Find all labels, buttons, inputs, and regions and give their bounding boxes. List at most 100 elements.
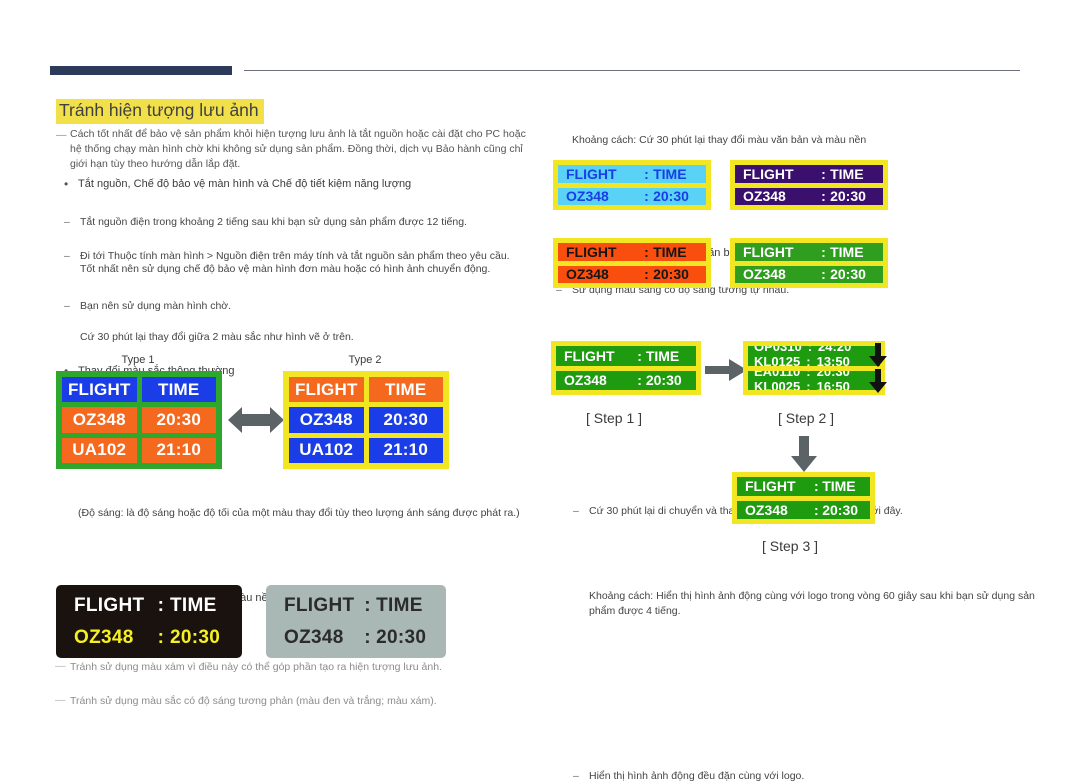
- type1-cell: OZ348: [62, 407, 137, 433]
- bullet-power-saving: Tắt nguồn, Chế độ bảo vệ màn hình và Chế…: [56, 176, 558, 193]
- arrow-down-icon-1: [869, 343, 887, 367]
- step2-top-line2-sep: :: [806, 354, 811, 366]
- sub-bright-colors-continued: Khoảng cách: Cứ 30 phút lại thay đổi màu…: [572, 134, 867, 146]
- step1-row2-label: OZ348: [564, 372, 607, 389]
- panel-gray-row2-separator: :: [364, 626, 371, 648]
- color-board-3-row1-label: FLIGHT: [743, 243, 794, 260]
- step1-row-2: OZ348:20:30: [556, 370, 696, 390]
- color-board-purple: FLIGHT: TIME OZ348:20:30: [730, 160, 888, 210]
- page-title: Tránh hiện tượng lưu ảnh: [56, 99, 264, 124]
- panel-gray-row1-value: TIME: [376, 594, 423, 616]
- type1-row: UA102 21:10: [62, 437, 216, 463]
- panel-dark-row1-separator: :: [157, 594, 165, 616]
- panel-gray-row1-label: FLIGHT: [284, 594, 355, 616]
- type1-cell: 20:30: [141, 407, 216, 433]
- step2-cell-top: OP0310:24:20 KL0125:13:50: [748, 346, 880, 366]
- color-board-1-row2-value: 20:30: [830, 188, 866, 205]
- type1-cell: 21:10: [141, 437, 216, 463]
- step1-label: [ Step 1 ]: [586, 410, 643, 426]
- step3-row1-value: TIME: [822, 478, 856, 495]
- gray-note-2: Tránh sử dụng màu sắc có độ sáng tương p…: [55, 693, 550, 709]
- color-board-0-row2-label: OZ348: [566, 188, 609, 205]
- step2-bottom-line2-value: 16:50: [816, 378, 850, 390]
- type2-cell: FLIGHT: [289, 377, 364, 403]
- color-board-0-row1-label: FLIGHT: [566, 165, 617, 182]
- double-arrow-horizontal-icon: [228, 403, 284, 437]
- panel-gray-row2-label: OZ348: [284, 626, 344, 648]
- type2-cell: 20:30: [368, 407, 443, 433]
- color-board-green: FLIGHT: TIME OZ348:20:30: [730, 238, 888, 288]
- color-board-2-row-2: OZ348:20:30: [558, 265, 706, 283]
- panel-dark-row-1: FLIGHT: TIME: [74, 595, 224, 617]
- step1-row1-value: TIME: [645, 347, 680, 364]
- color-board-1-row-2: OZ348:20:30: [735, 187, 883, 205]
- step3-row2-value: 20:30: [822, 501, 859, 518]
- sub-power-3-continued: Tốt nhất nên sử dụng chế độ bảo vệ màn h…: [80, 263, 491, 275]
- step2-bottom-line1-label: EA0110: [754, 370, 801, 379]
- step2-top-line1-sep: :: [807, 346, 813, 354]
- color-board-light-blue: FLIGHT: TIME OZ348:20:30: [553, 160, 711, 210]
- panel-dark-row-2: OZ348:20:30: [74, 627, 224, 649]
- step3-board: FLIGHT: TIME OZ348:20:30: [732, 472, 875, 524]
- step3-row1-separator: :: [814, 478, 819, 495]
- type2-row: FLIGHT TIME: [289, 377, 443, 403]
- type2-cell: OZ348: [289, 407, 364, 433]
- intro-note: — Cách tốt nhất để bảo vệ sản phẩm khỏi …: [56, 128, 526, 170]
- step2-top-line2-label: KL0125: [754, 354, 801, 366]
- type2-cell: TIME: [368, 377, 443, 403]
- step2-label: [ Step 2 ]: [778, 410, 835, 426]
- type1-cell: TIME: [141, 377, 216, 403]
- step3-row2-label: OZ348: [745, 501, 788, 518]
- sub-color-1-continued: Cứ 30 phút lại thay đổi giữa 2 màu sắc n…: [80, 331, 354, 343]
- gray-note-1: Tránh sử dụng màu xám vì điều này có thể…: [55, 659, 550, 675]
- color-board-3-row1-value: TIME: [830, 243, 864, 260]
- color-board-2-row-1: FLIGHT: TIME: [558, 243, 706, 261]
- color-board-3-row-2: OZ348:20:30: [735, 265, 883, 283]
- color-board-3-row1-separator: :: [821, 243, 826, 260]
- step3-row2-separator: :: [814, 501, 819, 518]
- panel-dark-row1-label: FLIGHT: [74, 594, 145, 616]
- color-board-3-row2-label: OZ348: [743, 266, 786, 283]
- type1-row: FLIGHT TIME: [62, 377, 216, 403]
- step2-board: OP0310:24:20 KL0125:13:50 EA0110:20:30 K…: [743, 341, 885, 395]
- flight-board-type2: FLIGHT TIME OZ348 20:30 UA102 21:10: [283, 371, 449, 469]
- panel-dark-row2-separator: :: [157, 626, 165, 648]
- arrow-down-icon-2: [869, 369, 887, 393]
- bullet-contrast-continued: (Độ sáng: là độ sáng hoặc độ tối của một…: [78, 507, 520, 519]
- color-board-2-row2-value: 20:30: [653, 266, 689, 283]
- step1-row-1: FLIGHT: TIME: [556, 346, 696, 366]
- step1-row2-separator: :: [637, 372, 642, 389]
- step1-row1-label: FLIGHT: [564, 347, 615, 364]
- color-board-0-row-1: FLIGHT: TIME: [558, 165, 706, 183]
- step2-top-line2-value: 13:50: [816, 354, 850, 366]
- type2-cell: UA102: [289, 437, 364, 463]
- panel-dark-row2-value: 20:30: [170, 626, 221, 648]
- color-board-2-row2-label: OZ348: [566, 266, 609, 283]
- color-board-3-row-1: FLIGHT: TIME: [735, 243, 883, 261]
- color-board-2-row1-value: TIME: [653, 243, 687, 260]
- panel-dark-row1-value: TIME: [170, 594, 217, 616]
- panel-gray-row1-separator: :: [364, 594, 371, 616]
- sub-logo-animation: Hiển thị hình ảnh động đều đặn cùng với …: [565, 769, 1049, 784]
- color-board-2-row1-label: FLIGHT: [566, 243, 617, 260]
- panel-dark-row2-label: OZ348: [74, 626, 134, 648]
- step2-bottom-line2-label: KL0025: [754, 378, 801, 390]
- arrow-right-icon: [705, 358, 747, 382]
- step3-row1-label: FLIGHT: [745, 478, 796, 495]
- step2-top-line1-label: OP0310: [754, 346, 802, 354]
- panel-gray-row-2: OZ348:20:30: [284, 627, 428, 649]
- header-rule-line: [244, 70, 1020, 71]
- step1-board: FLIGHT: TIME OZ348:20:30: [551, 341, 701, 395]
- type2-label: Type 2: [348, 354, 382, 366]
- color-board-0-row2-separator: :: [644, 188, 649, 205]
- color-board-0-row2-value: 20:30: [653, 188, 689, 205]
- em-dash-icon: —: [56, 128, 67, 141]
- flight-panel-gray: FLIGHT: TIME OZ348:20:30: [266, 585, 446, 658]
- color-board-2-row1-separator: :: [644, 243, 649, 260]
- type2-cell: 21:10: [368, 437, 443, 463]
- step2-bottom-line2-sep: :: [806, 378, 811, 390]
- arrow-down-gray-icon: [791, 436, 817, 472]
- step2-bottom-line1-sep: :: [806, 370, 811, 379]
- sub-power-3: Bạn nên sử dụng màn hình chờ.: [56, 299, 550, 314]
- type1-label: Type 1: [121, 354, 155, 366]
